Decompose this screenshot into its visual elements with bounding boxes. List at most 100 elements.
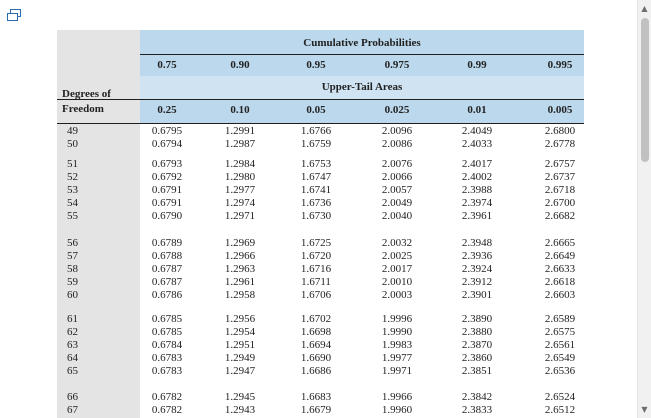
- df-value: 57: [67, 250, 78, 262]
- critical-value: 2.3890: [461, 313, 493, 325]
- critical-value: 2.4017: [461, 158, 493, 170]
- critical-value: 2.3851: [461, 365, 493, 377]
- t-distribution-table: Cumulative Probabilities Upper-Tail Area…: [57, 30, 584, 418]
- critical-value: 2.6524: [544, 391, 576, 403]
- df-value: 62: [67, 326, 78, 338]
- df-value: 60: [67, 289, 78, 301]
- critical-value: 1.6690: [300, 352, 332, 364]
- critical-value: 2.6575: [544, 326, 576, 338]
- critical-value: 1.6725: [300, 237, 332, 249]
- critical-value: 1.6766: [300, 125, 332, 137]
- df-label: Degrees of: [62, 88, 111, 100]
- upper-tail-area-header: 0.025: [384, 104, 410, 116]
- upper-tail-area-header: 0.01: [467, 104, 487, 116]
- critical-value: 2.0076: [381, 158, 413, 170]
- critical-value: 1.6706: [300, 289, 332, 301]
- critical-value: 2.6682: [544, 210, 576, 222]
- critical-value: 1.2961: [224, 276, 256, 288]
- df-value: 54: [67, 197, 78, 209]
- critical-value: 1.6716: [300, 263, 332, 275]
- scrollbar-thumb[interactable]: [641, 18, 649, 162]
- cumulative-probability-header: 0.99: [467, 59, 487, 71]
- critical-value: 1.6759: [300, 138, 332, 150]
- critical-value: 1.9983: [381, 339, 413, 351]
- df-value: 59: [67, 276, 78, 288]
- critical-value: 1.9996: [381, 313, 413, 325]
- critical-value: 1.6694: [300, 339, 332, 351]
- critical-value: 2.6665: [544, 237, 576, 249]
- critical-value: 1.2947: [224, 365, 256, 377]
- critical-value: 1.2949: [224, 352, 256, 364]
- critical-value: 0.6789: [151, 237, 183, 249]
- critical-value: 2.6512: [544, 404, 576, 416]
- critical-value: 2.4049: [461, 125, 493, 137]
- upper-tail-area-header: 0.005: [547, 104, 573, 116]
- critical-value: 2.3870: [461, 339, 493, 351]
- critical-value: 2.0032: [381, 237, 413, 249]
- critical-value: 2.0057: [381, 184, 413, 196]
- df-value: 56: [67, 237, 78, 249]
- df-value: 66: [67, 391, 78, 403]
- critical-value: 2.3936: [461, 250, 493, 262]
- critical-value: 2.3901: [461, 289, 493, 301]
- header-rule: [57, 123, 584, 124]
- critical-value: 2.4002: [461, 171, 493, 183]
- window-restore-icon[interactable]: [6, 8, 22, 22]
- critical-value: 2.6700: [544, 197, 576, 209]
- critical-value: 0.6785: [151, 326, 183, 338]
- df-label: Freedom: [62, 103, 104, 115]
- critical-value: 2.6549: [544, 352, 576, 364]
- critical-value: 2.0086: [381, 138, 413, 150]
- vertical-scrollbar[interactable]: ▲ ▼: [637, 0, 651, 418]
- scroll-up-arrow-icon[interactable]: ▲: [638, 4, 651, 13]
- critical-value: 2.3924: [461, 263, 493, 275]
- critical-value: 2.3988: [461, 184, 493, 196]
- critical-value: 2.3880: [461, 326, 493, 338]
- critical-value: 0.6788: [151, 250, 183, 262]
- header-rule: [140, 54, 584, 55]
- df-value: 61: [67, 313, 78, 325]
- critical-value: 1.2974: [224, 197, 256, 209]
- critical-value: 1.2971: [224, 210, 256, 222]
- upper-tail-area-header: 0.05: [306, 104, 326, 116]
- critical-value: 0.6791: [151, 184, 183, 196]
- cumulative-probability-header: 0.975: [384, 59, 410, 71]
- critical-value: 0.6782: [151, 404, 183, 416]
- cumulative-probability-header: 0.90: [230, 59, 250, 71]
- cumulative-probability-header: 0.75: [157, 59, 177, 71]
- critical-value: 0.6783: [151, 352, 183, 364]
- upper-tail-areas-title: Upper-Tail Areas: [321, 81, 403, 93]
- critical-value: 1.6683: [300, 391, 332, 403]
- critical-value: 1.9990: [381, 326, 413, 338]
- critical-value: 0.6782: [151, 391, 183, 403]
- critical-value: 1.9971: [381, 365, 413, 377]
- critical-value: 2.6649: [544, 250, 576, 262]
- upper-tail-area-header: 0.10: [230, 104, 250, 116]
- header-rule: [57, 99, 584, 100]
- critical-value: 0.6784: [151, 339, 183, 351]
- critical-value: 0.6783: [151, 365, 183, 377]
- critical-value: 2.0017: [381, 263, 413, 275]
- critical-value: 1.2958: [224, 289, 256, 301]
- critical-value: 1.6736: [300, 197, 332, 209]
- df-value: 49: [67, 125, 78, 137]
- critical-value: 1.6679: [300, 404, 332, 416]
- upper-tail-header-band: [140, 99, 584, 123]
- critical-value: 2.3912: [461, 276, 493, 288]
- critical-value: 1.6730: [300, 210, 332, 222]
- scroll-down-arrow-icon[interactable]: ▼: [638, 405, 651, 414]
- critical-value: 2.6633: [544, 263, 576, 275]
- critical-value: 1.2969: [224, 237, 256, 249]
- critical-value: 1.2984: [224, 158, 256, 170]
- critical-value: 1.6747: [300, 171, 332, 183]
- critical-value: 2.0040: [381, 210, 413, 222]
- critical-value: 2.3860: [461, 352, 493, 364]
- critical-value: 2.3974: [461, 197, 493, 209]
- critical-value: 2.6800: [544, 125, 576, 137]
- critical-value: 2.6603: [544, 289, 576, 301]
- critical-value: 2.3961: [461, 210, 493, 222]
- critical-value: 2.6589: [544, 313, 576, 325]
- critical-value: 1.2991: [224, 125, 256, 137]
- critical-value: 1.2943: [224, 404, 256, 416]
- critical-value: 1.2954: [224, 326, 256, 338]
